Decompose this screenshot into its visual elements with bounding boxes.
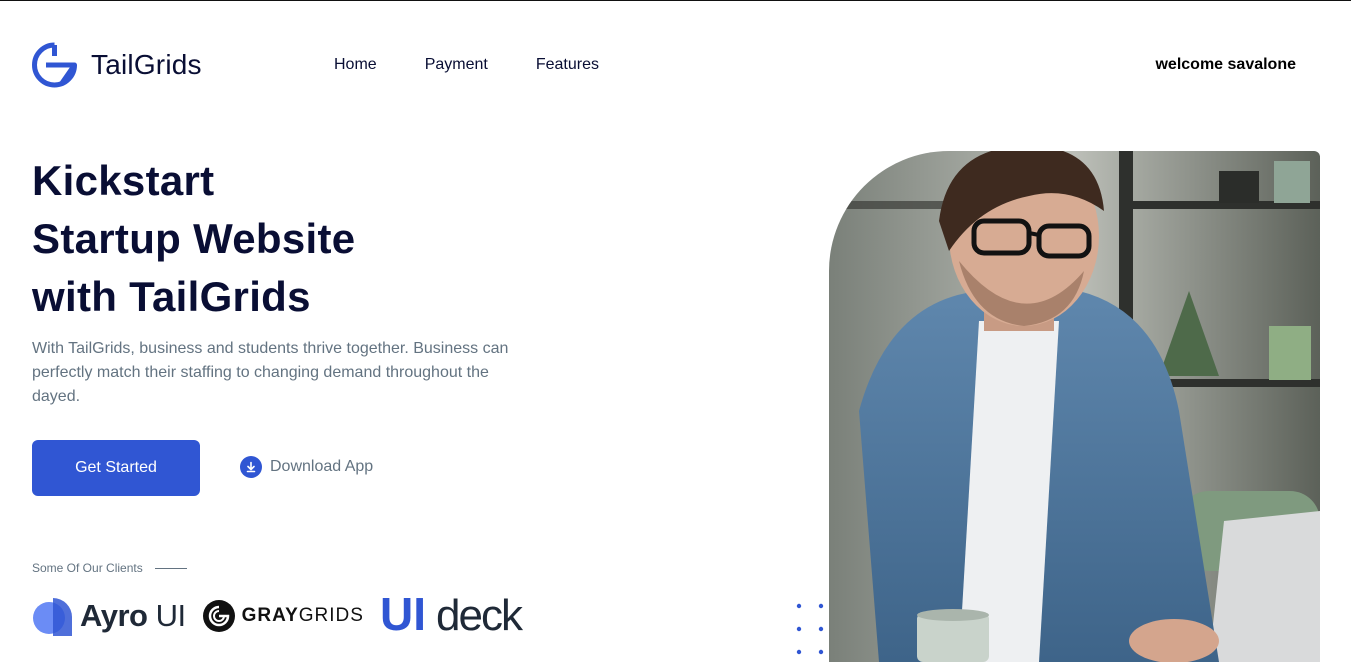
tailgrids-logo-icon	[32, 42, 77, 88]
hero-image	[829, 151, 1320, 662]
uideck-wordmark-deck: deck	[436, 592, 524, 636]
nav-features[interactable]: Features	[536, 56, 599, 74]
clients-heading: Some Of Our Clients	[32, 561, 187, 575]
ayro-ui-icon	[33, 598, 72, 636]
hero-title: Kickstart Startup Website with TailGrids	[32, 152, 592, 326]
main-nav: Home Payment Features	[334, 56, 599, 74]
get-started-button[interactable]: Get Started	[32, 440, 200, 496]
nav-home[interactable]: Home	[334, 56, 377, 74]
download-icon	[240, 456, 262, 478]
graygrids-icon	[202, 600, 235, 632]
clients-label-text: Some Of Our Clients	[32, 561, 143, 575]
graygrids-wordmark-bold: GRAY	[241, 605, 299, 626]
download-app-link[interactable]: Download App	[240, 456, 373, 478]
decorative-dot-pattern	[796, 603, 824, 655]
ayro-ui-wordmark: Ayro UI	[80, 598, 186, 634]
client-logos: Ayro UI GRAYGRIDS UI deck	[32, 588, 540, 641]
welcome-user-text[interactable]: welcome savalone	[1155, 56, 1296, 74]
hero-photo	[829, 151, 1320, 662]
hero-title-line-1: Kickstart	[32, 157, 215, 204]
hero-title-line-3: with TailGrids	[32, 273, 311, 320]
brand-logo[interactable]: TailGrids	[32, 42, 202, 88]
ayro-ui-wordmark-light: UI	[155, 598, 187, 633]
graygrids-wordmark-light: GRIDS	[298, 605, 364, 626]
client-logo-uideck[interactable]: UI deck	[380, 588, 540, 641]
site-header: TailGrids Home Payment Features welcome …	[0, 0, 1351, 130]
graygrids-wordmark: GRAYGRIDS	[242, 605, 364, 627]
client-logo-ayro-ui[interactable]: Ayro UI	[32, 595, 186, 637]
download-app-label: Download App	[270, 458, 374, 475]
brand-name: TailGrids	[91, 49, 202, 80]
uideck-logo-icon: UI deck	[380, 588, 526, 640]
hero-title-line-2: Startup Website	[32, 215, 356, 262]
nav-payment[interactable]: Payment	[425, 56, 488, 74]
hero-description: With TailGrids, business and students th…	[32, 340, 509, 405]
clients-label-rule	[154, 567, 187, 569]
ayro-ui-wordmark-bold: Ayro	[80, 598, 148, 633]
uideck-wordmark-ui: UI	[380, 592, 426, 636]
client-logo-graygrids[interactable]: GRAYGRIDS	[202, 599, 364, 633]
